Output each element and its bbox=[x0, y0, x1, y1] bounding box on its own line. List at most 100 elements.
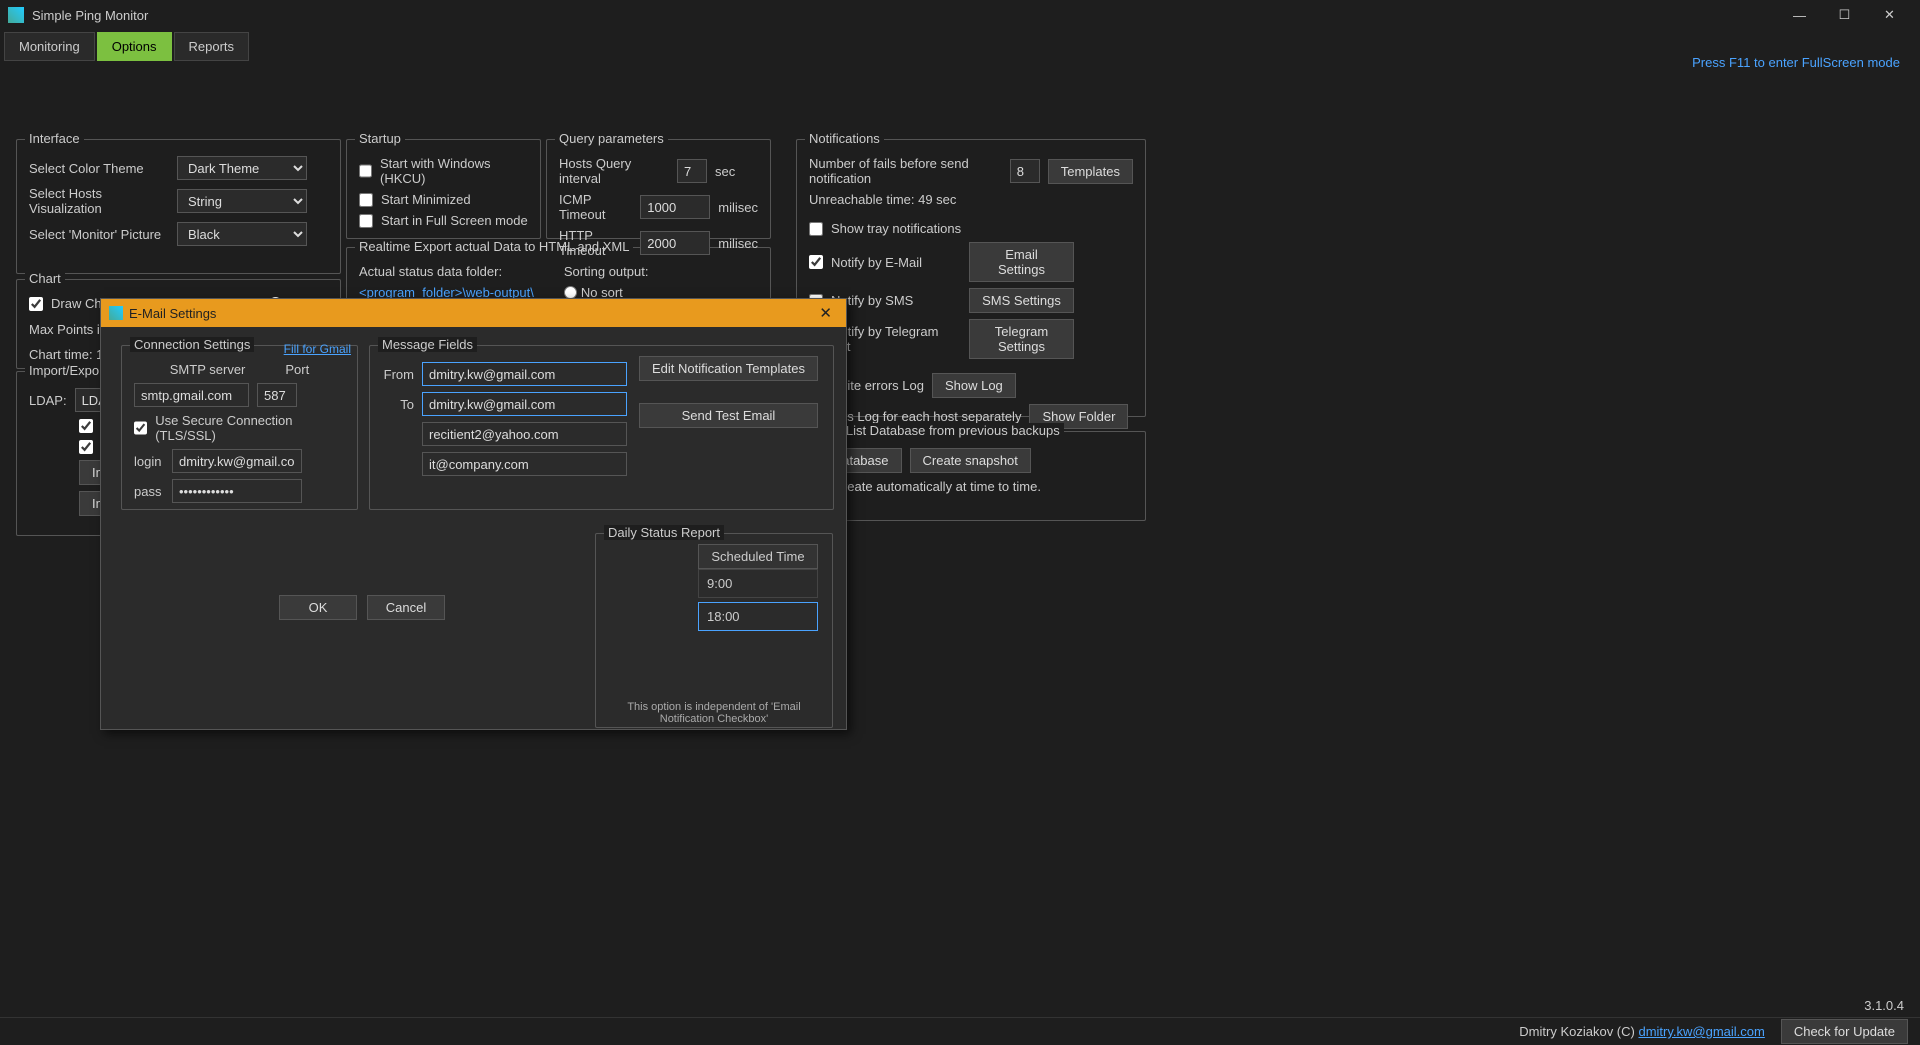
templates-button[interactable]: Templates bbox=[1048, 159, 1133, 184]
http-input[interactable] bbox=[640, 231, 710, 255]
dialog-title: E-Mail Settings bbox=[129, 306, 813, 321]
minimize-button[interactable]: — bbox=[1777, 0, 1822, 30]
close-button[interactable]: ✕ bbox=[1867, 0, 1912, 30]
dialog-close-button[interactable]: ✕ bbox=[813, 304, 838, 322]
email-settings-dialog: E-Mail Settings ✕ Connection Settings Fi… bbox=[100, 298, 847, 730]
secure-label: Use Secure Connection (TLS/SSL) bbox=[155, 413, 345, 443]
author-email-link[interactable]: dmitry.kw@gmail.com bbox=[1638, 1024, 1764, 1039]
draw-charts-checkbox[interactable] bbox=[29, 297, 43, 311]
ldap-label: LDAP: bbox=[29, 393, 67, 408]
to-input-2[interactable] bbox=[422, 422, 627, 446]
http-label: HTTP Timeout bbox=[559, 228, 632, 258]
login-label: login bbox=[134, 454, 164, 469]
daily-note: This option is independent of 'Email Not… bbox=[600, 701, 828, 725]
monitor-pic-select[interactable]: Black bbox=[177, 222, 307, 246]
fill-gmail-link[interactable]: Fill for Gmail bbox=[284, 342, 351, 356]
start-minimized-label: Start Minimized bbox=[381, 192, 471, 207]
secure-checkbox[interactable] bbox=[134, 421, 147, 435]
scheduled-time-2[interactable]: 18:00 bbox=[698, 602, 818, 631]
group-connection-settings: Connection Settings Fill for Gmail SMTP … bbox=[121, 345, 358, 510]
to-input-1[interactable] bbox=[422, 392, 627, 416]
app-title: Simple Ping Monitor bbox=[32, 8, 1777, 23]
group-title: Query parameters bbox=[555, 131, 668, 146]
group-title: Startup bbox=[355, 131, 405, 146]
sort-label: Sorting output: bbox=[564, 264, 649, 279]
interval-input[interactable] bbox=[677, 159, 707, 183]
tab-reports[interactable]: Reports bbox=[174, 32, 250, 61]
monitor-pic-label: Select 'Monitor' Picture bbox=[29, 227, 169, 242]
group-startup: Startup Start with Windows (HKCU) Start … bbox=[346, 139, 541, 239]
tray-label: Show tray notifications bbox=[831, 221, 961, 236]
group-title: Notifications bbox=[805, 131, 884, 146]
start-fullscreen-label: Start in Full Screen mode bbox=[381, 213, 528, 228]
interval-label: Hosts Query interval bbox=[559, 156, 669, 186]
tab-monitoring[interactable]: Monitoring bbox=[4, 32, 95, 61]
hosts-viz-select[interactable]: String bbox=[177, 189, 307, 213]
from-input[interactable] bbox=[422, 362, 627, 386]
tabbar: Monitoring Options Reports bbox=[0, 30, 1920, 63]
maximize-button[interactable]: ☐ bbox=[1822, 0, 1867, 30]
login-input[interactable] bbox=[172, 449, 302, 473]
dialog-titlebar[interactable]: E-Mail Settings ✕ bbox=[101, 299, 846, 327]
pass-label: pass bbox=[134, 484, 164, 499]
http-unit: milisec bbox=[718, 236, 758, 251]
to-input-3[interactable] bbox=[422, 452, 627, 476]
main-panel: Interface Select Color Theme Dark Theme … bbox=[0, 63, 1920, 83]
group-notifications: Notifications Number of fails before sen… bbox=[796, 139, 1146, 417]
showlog-button[interactable]: Show Log bbox=[932, 373, 1016, 398]
footer: Dmitry Koziakov (C) dmitry.kw@gmail.com … bbox=[0, 1017, 1920, 1045]
group-message-fields: Message Fields From To bbox=[369, 345, 834, 510]
fails-input[interactable] bbox=[1010, 159, 1040, 183]
unreach-label: Unreachable time: 49 sec bbox=[809, 192, 956, 207]
scheduled-time-header: Scheduled Time bbox=[698, 544, 818, 569]
from-label: From bbox=[382, 367, 414, 382]
group-title: Message Fields bbox=[378, 337, 477, 352]
tab-options[interactable]: Options bbox=[97, 32, 172, 61]
color-theme-select[interactable]: Dark Theme bbox=[177, 156, 307, 180]
app-icon bbox=[8, 7, 24, 23]
start-windows-checkbox[interactable] bbox=[359, 164, 372, 178]
email-settings-button[interactable]: Email Settings bbox=[969, 242, 1074, 282]
port-header: Port bbox=[285, 362, 309, 377]
titlebar: Simple Ping Monitor — ☐ ✕ bbox=[0, 0, 1920, 30]
start-fullscreen-checkbox[interactable] bbox=[359, 214, 373, 228]
group-daily-status-report: Daily Status Report Scheduled Time 9:00 … bbox=[595, 533, 833, 728]
group-title: Connection Settings bbox=[130, 337, 254, 352]
cancel-button[interactable]: Cancel bbox=[367, 595, 445, 620]
notify-email-checkbox[interactable] bbox=[809, 255, 823, 269]
tray-checkbox[interactable] bbox=[809, 222, 823, 236]
group-title: Daily Status Report bbox=[604, 525, 724, 540]
port-input[interactable] bbox=[257, 383, 297, 407]
author-label: Dmitry Koziakov (C) dmitry.kw@gmail.com bbox=[1519, 1024, 1765, 1039]
interval-unit: sec bbox=[715, 164, 735, 179]
folder-label: Actual status data folder: bbox=[359, 264, 502, 279]
notify-email-label: Notify by E-Mail bbox=[831, 255, 961, 270]
icmp-input[interactable] bbox=[640, 195, 710, 219]
check-update-button[interactable]: Check for Update bbox=[1781, 1019, 1908, 1044]
notify-sms-label: Notify by SMS bbox=[831, 293, 961, 308]
icmp-label: ICMP Timeout bbox=[559, 192, 632, 222]
ok-button[interactable]: OK bbox=[279, 595, 357, 620]
edit-templates-button[interactable]: Edit Notification Templates bbox=[639, 356, 818, 381]
try-checkbox[interactable] bbox=[79, 440, 93, 454]
sms-settings-button[interactable]: SMS Settings bbox=[969, 288, 1074, 313]
group-title: Interface bbox=[25, 131, 84, 146]
version-label: 3.1.0.4 bbox=[1864, 998, 1904, 1013]
inc-checkbox[interactable] bbox=[79, 419, 93, 433]
fails-label: Number of fails before send notification bbox=[809, 156, 1002, 186]
app-icon bbox=[109, 306, 123, 320]
pass-input[interactable] bbox=[172, 479, 302, 503]
telegram-settings-button[interactable]: Telegram Settings bbox=[969, 319, 1074, 359]
group-restore: Hosts List Database from previous backup… bbox=[796, 431, 1146, 521]
send-test-button[interactable]: Send Test Email bbox=[639, 403, 818, 428]
color-theme-label: Select Color Theme bbox=[29, 161, 169, 176]
start-minimized-checkbox[interactable] bbox=[359, 193, 373, 207]
group-title: Chart bbox=[25, 271, 65, 286]
start-windows-label: Start with Windows (HKCU) bbox=[380, 156, 528, 186]
icmp-unit: milisec bbox=[718, 200, 758, 215]
group-interface: Interface Select Color Theme Dark Theme … bbox=[16, 139, 341, 274]
smtp-input[interactable] bbox=[134, 383, 249, 407]
smtp-header: SMTP server bbox=[170, 362, 246, 377]
scheduled-time-1[interactable]: 9:00 bbox=[698, 569, 818, 598]
snapshot-button[interactable]: Create snapshot bbox=[910, 448, 1031, 473]
